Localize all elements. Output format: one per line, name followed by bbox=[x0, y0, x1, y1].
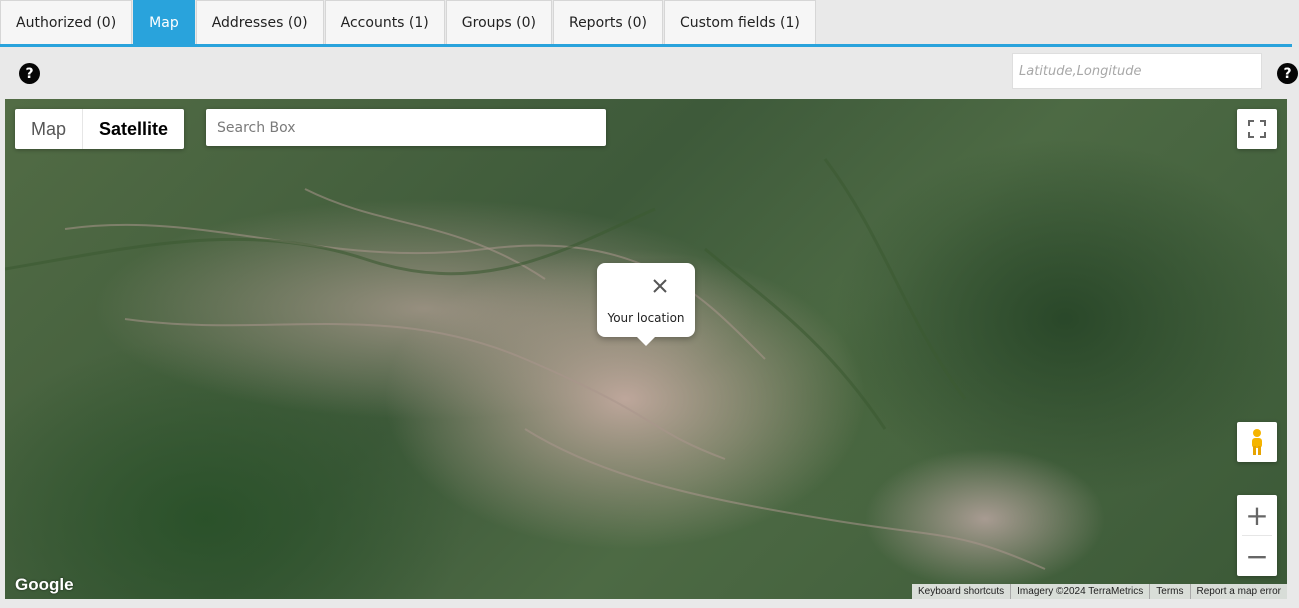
help-icon[interactable]: ? bbox=[19, 63, 40, 84]
tab-bar: Authorized (0) Map Addresses (0) Account… bbox=[0, 0, 1292, 47]
keyboard-shortcuts-link[interactable]: Keyboard shortcuts bbox=[912, 584, 1010, 599]
tab-addresses[interactable]: Addresses (0) bbox=[195, 0, 324, 44]
map-type-map-button[interactable]: Map bbox=[15, 109, 82, 149]
tab-map[interactable]: Map bbox=[133, 0, 195, 44]
map-view[interactable]: Map Satellite Your location + − Google K… bbox=[5, 99, 1287, 599]
tab-accounts[interactable]: Accounts (1) bbox=[324, 0, 445, 44]
zoom-out-button[interactable]: − bbox=[1237, 536, 1277, 576]
close-icon[interactable] bbox=[651, 277, 669, 295]
terms-link[interactable]: Terms bbox=[1149, 584, 1189, 599]
google-logo: Google bbox=[15, 575, 74, 594]
location-popup: Your location bbox=[597, 263, 695, 346]
coords-help-icon[interactable]: ? bbox=[1277, 63, 1298, 84]
fullscreen-button[interactable] bbox=[1237, 109, 1277, 149]
street-view-button[interactable] bbox=[1237, 422, 1277, 462]
fullscreen-icon bbox=[1248, 120, 1266, 138]
tab-groups[interactable]: Groups (0) bbox=[445, 0, 552, 44]
pegman-icon bbox=[1252, 429, 1262, 455]
map-terrain-texture bbox=[5, 158, 1046, 570]
zoom-in-button[interactable]: + bbox=[1237, 495, 1277, 535]
imagery-credit: Imagery ©2024 TerraMetrics bbox=[1010, 584, 1149, 599]
tab-custom-fields[interactable]: Custom fields (1) bbox=[663, 0, 816, 44]
map-search-input[interactable] bbox=[206, 109, 606, 146]
zoom-control: + − bbox=[1237, 495, 1277, 576]
tab-authorized[interactable]: Authorized (0) bbox=[0, 0, 133, 44]
map-attribution: Keyboard shortcuts Imagery ©2024 TerraMe… bbox=[911, 584, 1287, 599]
popup-label: Your location bbox=[607, 311, 685, 325]
map-type-satellite-button[interactable]: Satellite bbox=[82, 109, 184, 149]
map-type-control: Map Satellite bbox=[15, 109, 185, 149]
report-error-link[interactable]: Report a map error bbox=[1189, 584, 1287, 599]
latlng-input[interactable] bbox=[1012, 53, 1262, 89]
tab-reports[interactable]: Reports (0) bbox=[552, 0, 663, 44]
